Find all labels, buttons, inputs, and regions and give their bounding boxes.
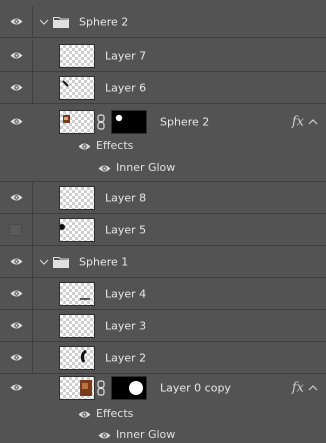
group-row-sphere2[interactable]: Sphere 2 [0,6,326,38]
layer-thumbnail[interactable] [60,346,94,369]
visibility-toggle[interactable] [0,278,33,309]
eye-icon [10,117,23,126]
group-name: Sphere 2 [79,15,129,28]
visibility-toggle[interactable] [0,72,33,103]
eye-icon [10,193,23,202]
visibility-toggle[interactable] [0,342,33,373]
layer-row-layer7[interactable]: Layer 7 [0,40,326,72]
eye-icon [10,383,23,392]
eye-icon [10,83,23,92]
eye-icon[interactable] [78,410,91,419]
layer-thumbnail[interactable] [60,44,94,67]
visibility-toggle[interactable] [0,374,33,404]
layer-mask-thumbnail[interactable] [112,111,146,133]
layers-panel: Sphere 2 Layer 7 Layer 6 Sphere 2 fx Eff… [0,0,326,443]
layer-thumbnail[interactable] [60,76,94,99]
folder-icon [53,256,69,268]
layer-name: Layer 0 copy [160,381,231,395]
layer-name: Layer 8 [105,191,147,204]
mask-content [115,114,123,122]
fx-icon[interactable]: fx [292,115,304,130]
hidden-visibility-box [9,223,22,236]
layer-row-layer8[interactable]: Layer 8 [0,182,326,214]
layer-name: Layer 3 [105,319,147,332]
layer-row-layer0copy[interactable]: Layer 0 copy fx Effects Inner Glow [0,374,326,443]
layer-row-sphere2[interactable]: Sphere 2 fx Effects Inner Glow [0,104,326,182]
chain-link-icon[interactable] [97,380,105,396]
layer-row-layer3[interactable]: Layer 3 [0,310,326,342]
eye-icon [10,51,23,60]
eye-icon [10,289,23,298]
group-row-sphere1[interactable]: Sphere 1 [0,246,326,278]
layer-name: Layer 6 [105,81,147,94]
eye-icon [10,321,23,330]
folder-icon [53,16,69,28]
inner-glow-label: Inner Glow [116,161,176,174]
thumbnail-content [63,115,70,123]
effects-label: Effects [96,407,134,420]
layer-row-layer2[interactable]: Layer 2 [0,342,326,374]
visibility-toggle[interactable] [0,310,33,341]
layer-row-layer5[interactable]: Layer 5 [0,214,326,246]
inner-glow-label: Inner Glow [116,428,176,441]
visibility-toggle[interactable] [0,104,33,140]
layer-name: Layer 2 [105,351,147,364]
layer-thumbnail[interactable] [60,218,94,241]
chain-link-icon[interactable] [97,114,105,130]
eye-icon [10,353,23,362]
layer-thumbnail[interactable] [60,377,94,399]
thumbnail-content [62,79,69,87]
thumbnail-content [60,223,65,230]
visibility-toggle[interactable] [0,6,33,37]
effects-label: Effects [96,139,134,152]
layer-thumbnail[interactable] [60,282,94,305]
eye-icon[interactable] [98,164,111,173]
thumbnail-content [80,380,92,396]
caret-up-icon[interactable] [308,384,318,392]
chevron-down-icon[interactable] [39,258,49,266]
layer-row-layer4[interactable]: Layer 4 [0,278,326,310]
fx-icon[interactable]: fx [292,381,304,396]
layer-thumbnail[interactable] [60,186,94,209]
layer-thumbnail[interactable] [60,314,94,337]
thumbnail-content [80,349,87,363]
layer-row-layer6[interactable]: Layer 6 [0,72,326,104]
visibility-toggle[interactable] [0,246,33,277]
eye-icon[interactable] [98,431,111,440]
layer-thumbnail[interactable] [60,111,94,133]
caret-up-icon[interactable] [308,118,318,126]
layer-mask-thumbnail[interactable] [112,377,146,399]
layer-name: Layer 5 [105,223,147,236]
chevron-down-icon[interactable] [39,18,49,26]
eye-icon [10,17,23,26]
thumbnail-content [80,297,90,300]
group-name: Sphere 1 [79,255,129,268]
eye-icon [10,257,23,266]
layer-name: Sphere 2 [160,115,210,129]
layer-name: Layer 4 [105,287,147,300]
eye-icon[interactable] [78,142,91,151]
visibility-toggle[interactable] [0,214,33,245]
visibility-toggle[interactable] [0,40,33,71]
layer-name: Layer 7 [105,49,147,62]
mask-content [129,381,143,395]
visibility-toggle[interactable] [0,182,33,213]
